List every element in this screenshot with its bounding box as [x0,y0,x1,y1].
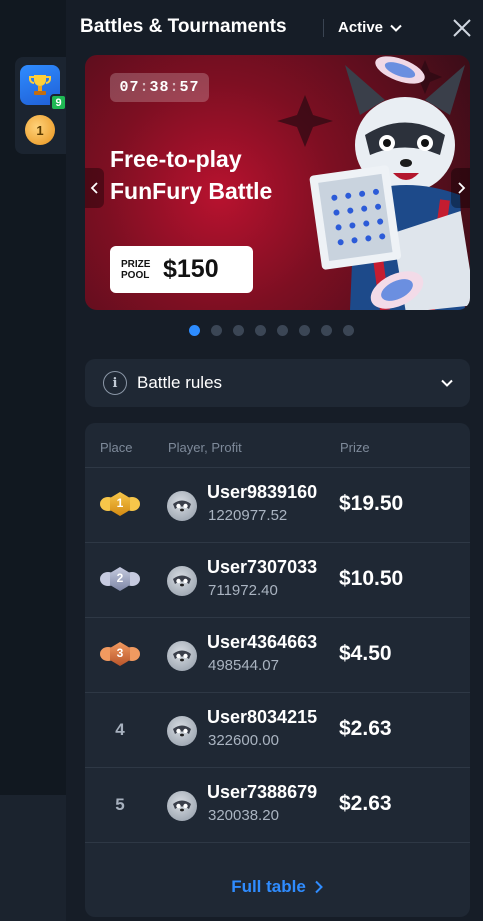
banner-pagination [189,325,354,336]
player-name: User9839160 [207,482,318,502]
battle-title-line-2: FunFury Battle [110,178,273,204]
avatar [167,566,197,596]
player-profit: 711972.40 [208,582,278,599]
player-profit: 498544.07 [208,657,279,674]
leaderboard-row: 2 User7307033 711972.40 $10.50 [85,543,470,618]
prize-value: $19.50 [339,492,404,515]
full-table-link[interactable]: Full table [85,875,470,899]
banner-next-button[interactable] [451,168,470,208]
pagination-dot[interactable] [255,325,266,336]
pagination-dot[interactable] [321,325,332,336]
pagination-dot[interactable] [189,325,200,336]
leaderboard-row: 1 User9839160 1220977.52 $19.50 [85,468,470,543]
prize-value: $10.50 [339,567,404,590]
place-cell: 4 [100,713,140,747]
player-name: User8034215 [207,707,318,727]
info-icon: i [103,371,127,395]
player-name: User7307033 [207,557,318,577]
chevron-left-icon [90,182,98,194]
battle-title-line-1: Free-to-play [110,146,242,172]
gold-medal-icon: 1 [100,491,140,519]
header-prize: Prize [340,440,370,455]
place-cell: 1 [100,488,140,522]
timer-hours: 07 [119,79,140,96]
prize-pool-amount: $150 [163,255,219,283]
bronze-medal-icon: 3 [100,641,140,669]
panel-title: Battles & Tournaments [80,16,287,37]
panel-header: Battles & Tournaments Active [66,0,483,55]
leaderboard-table: Place Player, Profit Prize 1 User9839160 1… [85,423,470,917]
battles-panel: Battles & Tournaments Active 07: 38: 5… [66,0,483,921]
player-profit: 320038.20 [208,807,279,824]
prize-pool-label-line-2: POOL [121,269,150,281]
battle-rules-label: Battle rules [137,373,223,392]
place-number: 4 [115,720,125,739]
avatar [167,641,197,671]
leaderboard-row: 4 User8034215 322600.00 $2.63 [85,693,470,768]
prize-pool-box: PRIZE POOL $150 [110,246,253,293]
place-number: 5 [115,795,125,814]
header-place: Place [100,440,133,455]
player-name: User4364663 [207,632,318,652]
prize-value: $2.63 [339,717,392,740]
battle-rules-accordion[interactable]: i Battle rules [85,359,470,407]
avatar [167,716,197,746]
prize-value: $2.63 [339,792,392,815]
prize-value: $4.50 [339,642,392,665]
avatar [167,491,197,521]
player-profit: 1220977.52 [208,507,288,524]
battle-title: Free-to-play FunFury Battle [110,143,330,207]
header-divider [323,19,324,37]
pagination-dot[interactable] [343,325,354,336]
player-profit: 322600.00 [208,732,279,749]
chevron-right-icon [457,182,465,194]
prize-pool-label: PRIZE POOL [121,259,157,281]
banner-prev-button[interactable] [85,168,104,208]
pagination-dot[interactable] [299,325,310,336]
status-filter-dropdown[interactable]: Active [338,19,403,36]
place-cell: 5 [100,788,140,822]
player-name: User7388679 [207,782,318,802]
leaderboard-header: Place Player, Profit Prize [85,423,470,468]
header-player-profit: Player, Profit [168,440,242,455]
medal-icon[interactable]: 1 [25,115,55,145]
place-number: 3 [116,646,124,660]
avatar [167,791,197,821]
pagination-dot[interactable] [233,325,244,336]
place-cell: 3 [100,638,140,672]
battle-countdown-timer: 07:38:57 [110,73,209,102]
close-icon[interactable] [450,16,474,40]
battle-banner[interactable]: 07:38:57 Free-to-play FunFury Battle PRI… [85,55,470,310]
place-number: 2 [116,571,124,585]
full-table-label: Full table [231,877,306,896]
prize-pool-label-line-1: PRIZE [121,258,151,270]
timer-seconds: 57 [179,79,200,96]
place-number: 1 [116,496,124,510]
pagination-dot[interactable] [211,325,222,336]
chevron-down-icon [441,379,453,387]
timer-minutes: 38 [149,79,170,96]
silver-medal-icon: 2 [100,566,140,594]
leaderboard-row: 5 User7388679 320038.20 $2.63 [85,768,470,843]
left-rail-footer [0,795,66,921]
chevron-right-icon [315,880,323,894]
medal-number: 1 [36,122,44,138]
pagination-dot[interactable] [277,325,288,336]
chevron-down-icon [390,24,402,32]
tournament-count-badge: 9 [50,94,67,111]
place-cell: 2 [100,563,140,597]
status-filter-label: Active [338,19,384,36]
leaderboard-row: 3 User4364663 498544.07 $4.50 [85,618,470,693]
